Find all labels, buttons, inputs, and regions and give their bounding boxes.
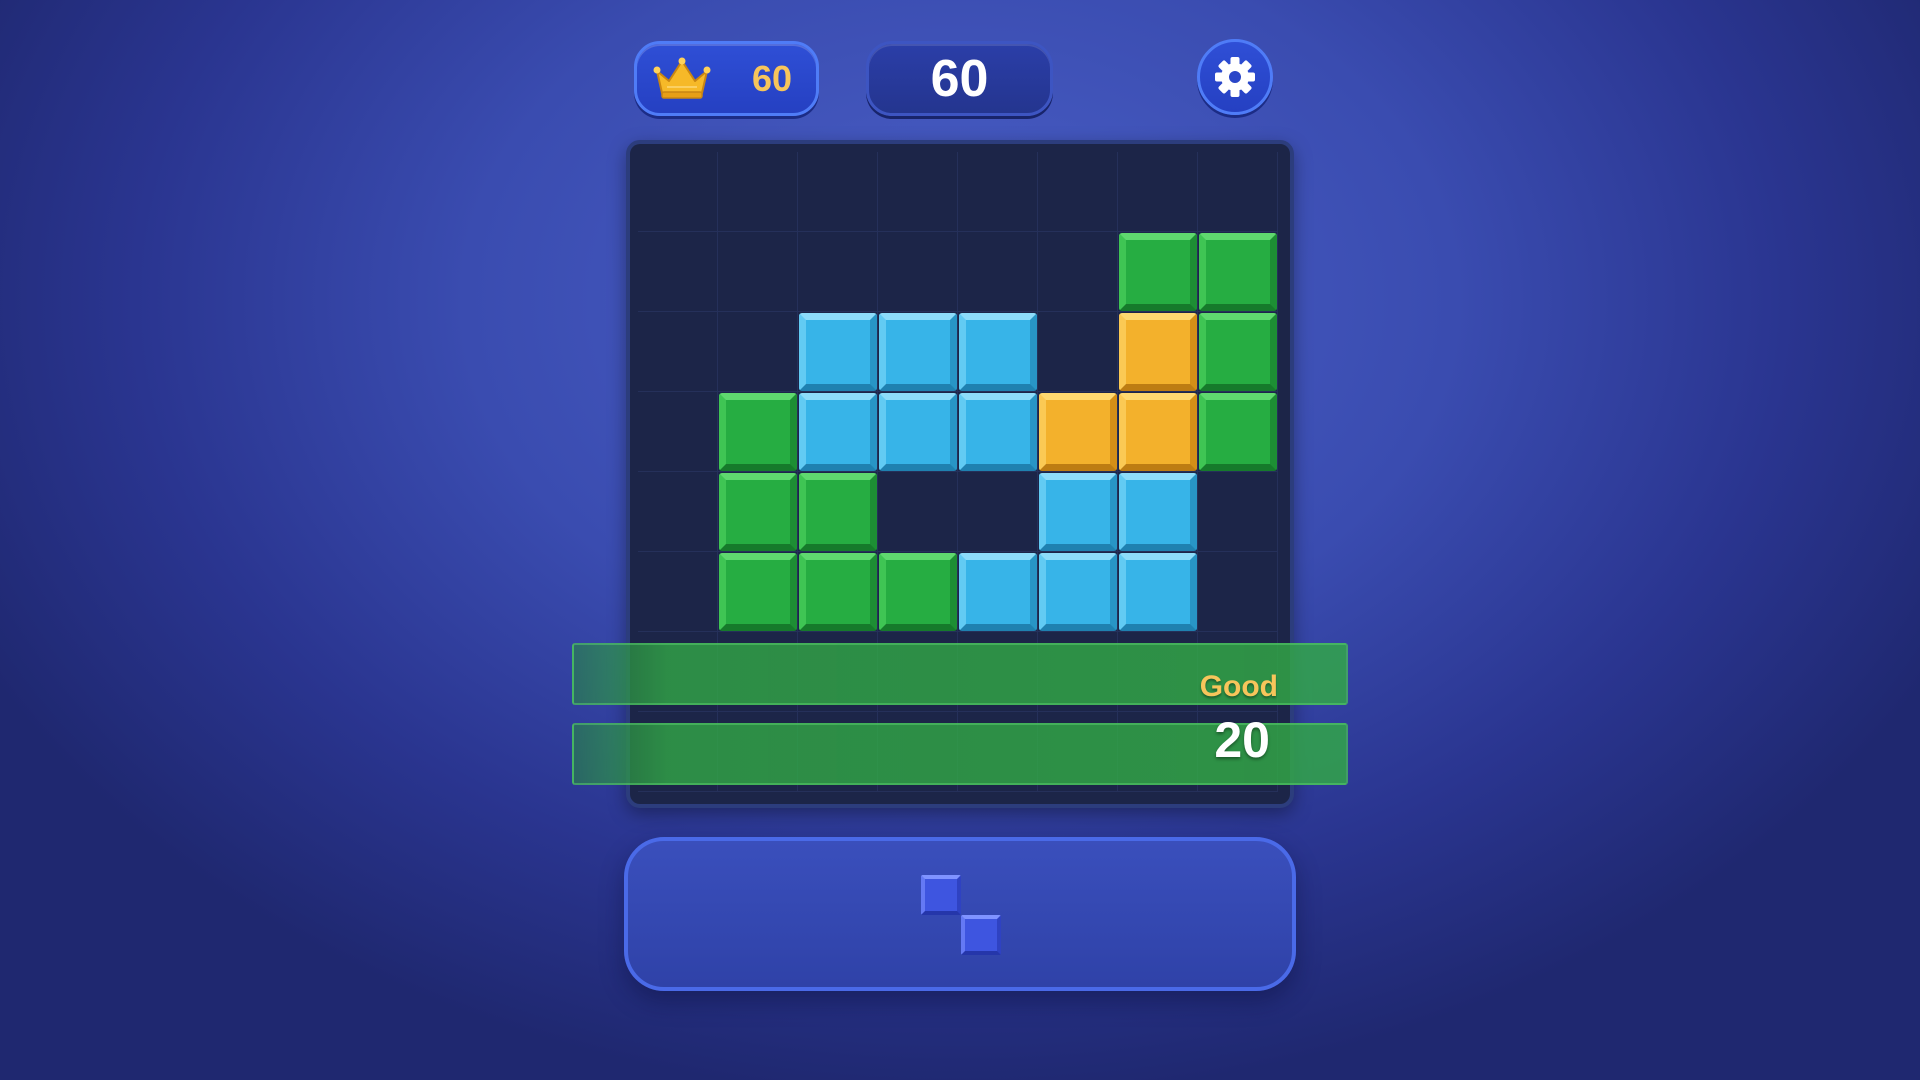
green-block (1199, 313, 1277, 391)
orange-block (1119, 313, 1197, 391)
green-block (1199, 233, 1277, 311)
board-cell[interactable] (638, 552, 718, 632)
green-block (1119, 233, 1197, 311)
game-board[interactable] (626, 140, 1294, 808)
board-cell[interactable] (958, 152, 1038, 232)
blue-block (879, 393, 957, 471)
green-block (799, 473, 877, 551)
combo-points: 20 (1214, 712, 1270, 768)
current-score-value: 60 (930, 49, 989, 108)
orange-block (1039, 393, 1117, 471)
board-cell[interactable] (718, 152, 798, 232)
board-cell[interactable] (638, 392, 718, 472)
blue-block (959, 553, 1037, 631)
blue-block (1039, 473, 1117, 551)
current-score-display: 60 (866, 41, 1053, 116)
best-score-badge: 60 (634, 41, 819, 116)
green-block (879, 553, 957, 631)
board-cell[interactable] (1198, 472, 1278, 552)
board-cell[interactable] (638, 472, 718, 552)
blue-block (1119, 473, 1197, 551)
green-block (719, 553, 797, 631)
blue-block (1119, 553, 1197, 631)
board-cell[interactable] (1038, 152, 1118, 232)
blue-block (1039, 553, 1117, 631)
board-cell[interactable] (1198, 552, 1278, 632)
board-cell[interactable] (638, 312, 718, 392)
board-cell[interactable] (798, 152, 878, 232)
blue-block (959, 393, 1037, 471)
board-cell[interactable] (958, 232, 1038, 312)
blue-block (799, 393, 877, 471)
blue-block (879, 313, 957, 391)
board-cell[interactable] (878, 472, 958, 552)
board-cell[interactable] (1118, 152, 1198, 232)
best-score-value: 60 (751, 57, 792, 99)
crown-icon (653, 57, 711, 99)
green-block (719, 393, 797, 471)
board-cell[interactable] (718, 232, 798, 312)
board-cell[interactable] (958, 472, 1038, 552)
blue-block (799, 313, 877, 391)
board-cell[interactable] (1038, 312, 1118, 392)
piece-block[interactable] (921, 875, 961, 915)
board-cell[interactable] (638, 232, 718, 312)
piece-block[interactable] (961, 915, 1001, 955)
board-cell[interactable] (718, 312, 798, 392)
gear-icon (1215, 57, 1255, 97)
piece-tray (624, 837, 1296, 991)
board-cell[interactable] (878, 232, 958, 312)
combo-label: Good (1199, 670, 1278, 703)
board-cell[interactable] (638, 152, 718, 232)
board-cell[interactable] (798, 232, 878, 312)
green-block (799, 553, 877, 631)
green-block (719, 473, 797, 551)
blue-block (959, 313, 1037, 391)
board-cell[interactable] (1038, 232, 1118, 312)
green-block (1199, 393, 1277, 471)
next-piece[interactable] (921, 875, 1001, 955)
board-cell[interactable] (878, 152, 958, 232)
settings-button[interactable] (1197, 39, 1273, 115)
board-cell[interactable] (1198, 152, 1278, 232)
orange-block (1119, 393, 1197, 471)
